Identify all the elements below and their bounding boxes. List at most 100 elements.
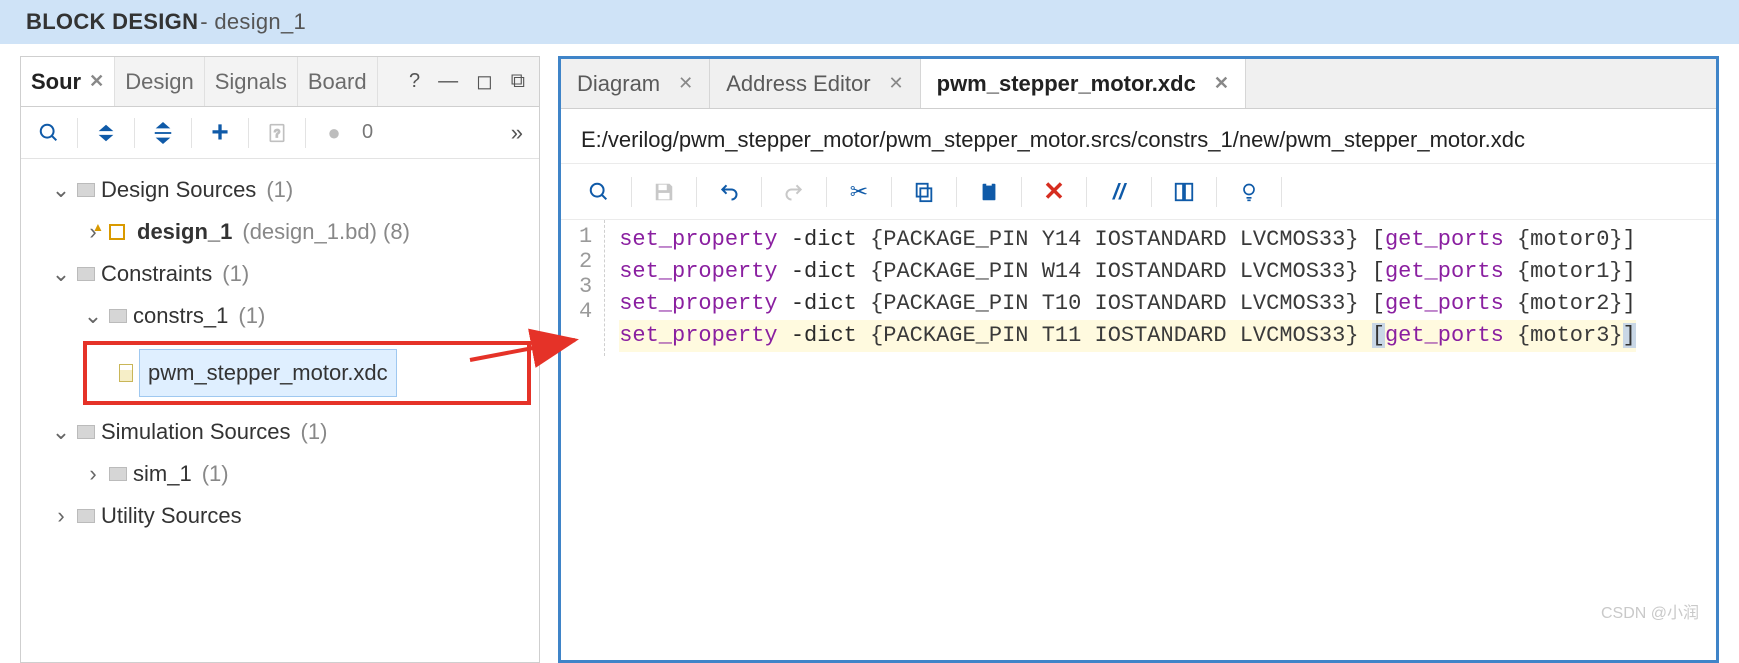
tab-label: Signals <box>215 69 287 95</box>
folder-icon <box>77 267 95 281</box>
close-icon[interactable]: ✕ <box>1214 73 1229 94</box>
doc-icon[interactable]: ? <box>259 115 295 151</box>
cut-icon[interactable]: ✂ <box>839 172 879 212</box>
add-icon[interactable]: + <box>202 115 238 151</box>
tree-label: Constraints <box>101 253 212 295</box>
paste-icon[interactable] <box>969 172 1009 212</box>
folder-icon <box>77 183 95 197</box>
folder-icon <box>109 467 127 481</box>
dot-icon: ● <box>316 115 352 151</box>
folder-icon <box>77 509 95 523</box>
tree-constraints[interactable]: ⌄ Constraints (1) <box>27 253 531 295</box>
chevron-down-icon[interactable]: ⌄ <box>83 295 103 337</box>
tree-count: (1) <box>301 411 328 453</box>
tree-utility-sources[interactable]: › Utility Sources <box>27 495 531 537</box>
popout-icon[interactable]: ⧉ <box>511 70 525 93</box>
search-icon[interactable] <box>579 172 619 212</box>
chevron-down-icon[interactable]: ⌄ <box>51 411 71 453</box>
chevron-right-icon[interactable]: › <box>51 495 71 537</box>
block-design-icon <box>109 224 125 240</box>
file-path: E:/verilog/pwm_stepper_motor/pwm_stepper… <box>561 109 1716 164</box>
tree-label: Utility Sources <box>101 495 242 537</box>
tree-constrs-1[interactable]: ⌄ constrs_1 (1) <box>27 295 531 337</box>
tree-label: design_1 <box>137 211 232 253</box>
tab-sources[interactable]: Sour ✕ <box>21 57 115 106</box>
tree-sim-1[interactable]: › sim_1 (1) <box>27 453 531 495</box>
tab-label: Address Editor <box>726 71 870 97</box>
collapse-all-icon[interactable] <box>88 115 124 151</box>
editor-panel: Diagram ✕ Address Editor ✕ pwm_stepper_m… <box>558 56 1719 663</box>
code-body[interactable]: set_property -dict {PACKAGE_PIN Y14 IOST… <box>605 220 1636 356</box>
close-icon[interactable]: ✕ <box>89 71 104 92</box>
tab-signals[interactable]: Signals <box>205 57 298 106</box>
expand-all-icon[interactable] <box>145 115 181 151</box>
search-icon[interactable] <box>31 115 67 151</box>
copy-icon[interactable] <box>904 172 944 212</box>
tree-count: (1) <box>266 169 293 211</box>
toolbar-zero: 0 <box>362 121 373 144</box>
close-icon[interactable]: ✕ <box>889 73 904 94</box>
tree-count: (1) <box>238 295 265 337</box>
more-icon[interactable]: » <box>511 120 529 146</box>
sources-panel: Sour ✕ Design Signals Board ? — ◻ ⧉ <box>20 56 540 663</box>
tree-label: Simulation Sources <box>101 411 291 453</box>
title-bar: BLOCK DESIGN - design_1 <box>0 0 1739 44</box>
bulb-icon[interactable] <box>1229 172 1269 212</box>
line-number: 2 <box>579 249 592 274</box>
tab-diagram[interactable]: Diagram ✕ <box>561 59 710 108</box>
line-number: 4 <box>579 299 592 324</box>
tree-xdc-file[interactable]: pwm_stepper_motor.xdc <box>139 349 397 397</box>
tab-label: Diagram <box>577 71 660 97</box>
code-line[interactable]: set_property -dict {PACKAGE_PIN W14 IOST… <box>619 256 1636 288</box>
tab-label: Sour <box>31 69 81 95</box>
minimize-icon[interactable]: — <box>438 70 458 93</box>
tree-label: sim_1 <box>133 453 192 495</box>
maximize-icon[interactable]: ◻ <box>476 69 493 94</box>
sources-toolbar: + ? ● 0 » <box>21 107 539 159</box>
save-icon[interactable] <box>644 172 684 212</box>
tree-simulation-sources[interactable]: ⌄ Simulation Sources (1) <box>27 411 531 453</box>
columns-icon[interactable] <box>1164 172 1204 212</box>
folder-icon <box>77 425 95 439</box>
editor-toolbar: ✂ ✕ // <box>561 164 1716 220</box>
tree-suffix: (design_1.bd) (8) <box>242 211 410 253</box>
comment-icon[interactable]: // <box>1099 172 1139 212</box>
tab-board[interactable]: Board <box>298 57 378 106</box>
tab-label: pwm_stepper_motor.xdc <box>937 71 1196 97</box>
sources-tree: ⌄ Design Sources (1) › design_1 (design_… <box>21 159 539 547</box>
annotation-red-box: pwm_stepper_motor.xdc <box>83 341 531 405</box>
tree-design-1[interactable]: › design_1 (design_1.bd) (8) <box>27 211 531 253</box>
redo-icon[interactable] <box>774 172 814 212</box>
line-number: 1 <box>579 224 592 249</box>
code-line-active[interactable]: set_property -dict {PACKAGE_PIN T11 IOST… <box>619 320 1636 352</box>
tab-xdc-file[interactable]: pwm_stepper_motor.xdc ✕ <box>921 59 1246 108</box>
xdc-icon <box>119 364 133 382</box>
chevron-right-icon[interactable]: › <box>83 453 103 495</box>
line-number: 3 <box>579 274 592 299</box>
tab-address-editor[interactable]: Address Editor ✕ <box>710 59 920 108</box>
chevron-down-icon[interactable]: ⌄ <box>51 253 71 295</box>
code-line[interactable]: set_property -dict {PACKAGE_PIN T10 IOST… <box>619 288 1636 320</box>
chevron-down-icon[interactable]: ⌄ <box>51 169 71 211</box>
tree-count: (1) <box>222 253 249 295</box>
title-bar-bold: BLOCK DESIGN <box>26 9 198 35</box>
delete-icon[interactable]: ✕ <box>1034 172 1074 212</box>
code-editor[interactable]: 1 2 3 4 set_property -dict {PACKAGE_PIN … <box>561 220 1716 356</box>
watermark: CSDN @小润 <box>1601 599 1699 623</box>
editor-gutter: 1 2 3 4 <box>561 220 605 356</box>
tab-label: Board <box>308 69 367 95</box>
close-icon[interactable]: ✕ <box>678 73 693 94</box>
undo-icon[interactable] <box>709 172 749 212</box>
tab-label: Design <box>125 69 193 95</box>
help-icon[interactable]: ? <box>409 70 420 93</box>
tree-count: (1) <box>202 453 229 495</box>
tab-design[interactable]: Design <box>115 57 204 106</box>
tree-label: constrs_1 <box>133 295 228 337</box>
tree-design-sources[interactable]: ⌄ Design Sources (1) <box>27 169 531 211</box>
title-bar-suffix: - design_1 <box>200 9 306 35</box>
code-line[interactable]: set_property -dict {PACKAGE_PIN Y14 IOST… <box>619 224 1636 256</box>
left-tabs: Sour ✕ Design Signals Board ? — ◻ ⧉ <box>21 57 539 107</box>
svg-text:?: ? <box>274 128 280 140</box>
tree-label: Design Sources <box>101 169 256 211</box>
folder-icon <box>109 309 127 323</box>
